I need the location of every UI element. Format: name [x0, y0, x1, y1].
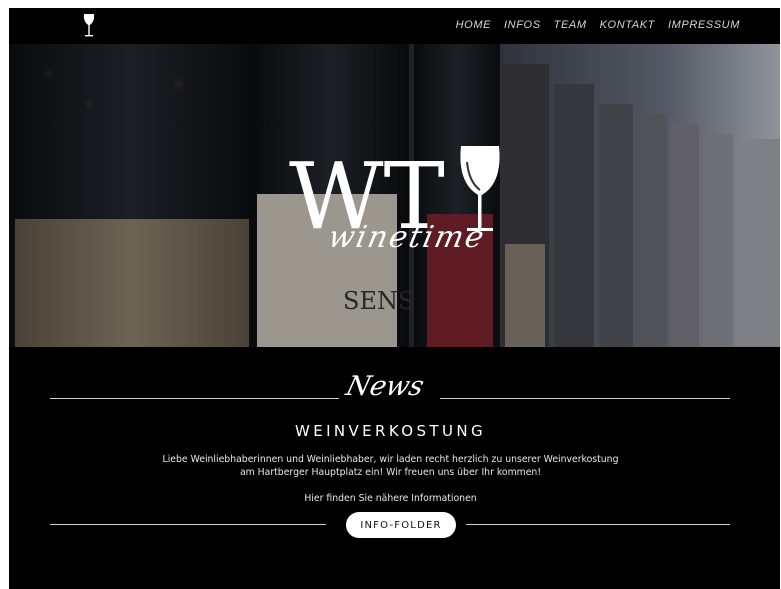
info-folder-button[interactable]: INFO-FOLDER	[346, 512, 456, 538]
nav-item-infos[interactable]: INFOS	[504, 19, 541, 31]
nav-item-home[interactable]: HOME	[456, 19, 491, 31]
news-section: News WEINVERKOSTUNG Liebe Weinliebhaberi…	[9, 347, 780, 589]
news-text-line: am Hartberger Hauptplatz ein! Wir freuen…	[239, 467, 542, 478]
news-text-line: Liebe Weinliebhaberinnen und Weinliebhab…	[162, 454, 619, 465]
nav-item-kontakt[interactable]: KONTAKT	[600, 19, 655, 31]
hero-wine-bottles-image: SENS WT	[9, 44, 780, 347]
divider-line	[50, 398, 339, 399]
nav-item-team[interactable]: TEAM	[554, 19, 587, 31]
page-frame: HOME INFOS TEAM KONTAKT IMPRESSUM SENS W…	[9, 8, 780, 589]
nav-item-impressum[interactable]: IMPRESSUM	[668, 19, 740, 31]
brand-script: winetime	[325, 220, 489, 255]
nav-menu: HOME INFOS TEAM KONTAKT IMPRESSUM	[456, 19, 740, 31]
divider-line	[440, 398, 730, 399]
divider-line	[50, 524, 326, 525]
divider-line	[466, 524, 730, 525]
news-info-text: Hier finden Sie nähere Informationen	[304, 493, 477, 504]
top-navigation: HOME INFOS TEAM KONTAKT IMPRESSUM	[9, 8, 780, 44]
news-title: WEINVERKOSTUNG	[294, 422, 487, 440]
news-heading: News	[342, 371, 428, 402]
hero-banner: SENS WT winetime	[9, 44, 780, 347]
wine-glass-icon[interactable]	[81, 13, 97, 39]
